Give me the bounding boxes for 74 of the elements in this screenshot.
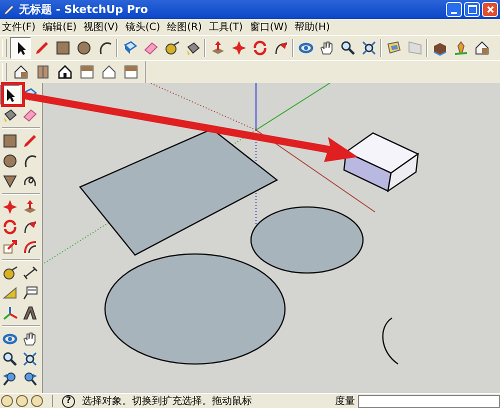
close-button[interactable] bbox=[482, 2, 498, 17]
menu-item[interactable]: 工具(T) bbox=[208, 20, 249, 34]
follow-me-icon bbox=[22, 219, 38, 235]
protractor-icon bbox=[2, 285, 18, 301]
triangle-icon bbox=[2, 173, 18, 189]
arc-shape bbox=[382, 318, 398, 365]
pin-icon bbox=[452, 40, 468, 56]
house-icon bbox=[13, 64, 29, 80]
measurements-field[interactable] bbox=[358, 394, 500, 408]
fog-icon bbox=[406, 40, 422, 56]
previous-view-icon bbox=[2, 371, 18, 387]
house-front-icon bbox=[57, 64, 73, 80]
pencil-icon bbox=[34, 40, 50, 56]
move-icon bbox=[230, 40, 246, 56]
menu-item[interactable]: 绘图(R) bbox=[166, 20, 208, 34]
tape-measure-icon bbox=[164, 40, 180, 56]
rotate-icon bbox=[252, 40, 268, 56]
square-view-icon bbox=[123, 64, 139, 80]
rectangle-icon bbox=[2, 133, 18, 149]
hand-icon bbox=[22, 331, 38, 347]
arc-icon bbox=[22, 153, 38, 169]
hand-icon bbox=[318, 40, 334, 56]
tape-measure-icon bbox=[2, 265, 18, 281]
cube-icon bbox=[122, 40, 138, 56]
arrow-pointer-tool[interactable] bbox=[10, 37, 31, 59]
label-icon bbox=[22, 285, 38, 301]
menu-item[interactable]: 帮助(H) bbox=[294, 20, 336, 34]
rotate-icon bbox=[2, 219, 18, 235]
menu-item[interactable]: 文件(F) bbox=[1, 20, 42, 34]
help-icon[interactable]: ? bbox=[62, 394, 75, 408]
magnifier-icon bbox=[2, 351, 18, 367]
window-title: 无标题 - SketchUp Pro bbox=[19, 2, 148, 17]
pencil-icon bbox=[3, 4, 15, 16]
status-message: 选择对象。切换到扩充选择。拖动鼠标 bbox=[81, 394, 252, 408]
paint-bucket-icon bbox=[184, 40, 200, 56]
paint-bucket-icon bbox=[2, 107, 18, 123]
house-icon bbox=[474, 40, 490, 56]
move-icon bbox=[2, 199, 18, 215]
maximize-button[interactable] bbox=[464, 2, 480, 17]
zoom-extents-icon bbox=[360, 40, 376, 56]
section-plane-icon bbox=[386, 40, 402, 56]
highlight-frame bbox=[1, 82, 25, 107]
push-pull-icon bbox=[22, 199, 38, 215]
orbit-icon bbox=[2, 331, 18, 347]
orbit-icon bbox=[298, 40, 314, 56]
zoom-extents-icon bbox=[22, 351, 38, 367]
dimension-icon bbox=[22, 265, 38, 281]
circle-icon bbox=[76, 40, 92, 56]
circle-icon[interactable] bbox=[16, 395, 28, 407]
menu-item[interactable]: 窗口(W) bbox=[248, 20, 294, 34]
offset-icon bbox=[22, 239, 38, 255]
menu-item[interactable]: 视图(V) bbox=[82, 20, 124, 34]
eraser-icon bbox=[22, 107, 38, 123]
magnifier-icon bbox=[340, 40, 356, 56]
circle-icon bbox=[2, 153, 18, 169]
menu-item[interactable]: 镜头(C) bbox=[124, 20, 166, 34]
minimize-button[interactable] bbox=[446, 2, 462, 17]
square-view-icon bbox=[79, 64, 95, 80]
axes-icon bbox=[2, 305, 18, 321]
scale-icon bbox=[2, 239, 18, 255]
circle-icon[interactable] bbox=[1, 395, 13, 407]
eraser-icon bbox=[142, 40, 158, 56]
house-outline-icon bbox=[101, 64, 117, 80]
measurements-label: 度量 bbox=[335, 394, 355, 408]
follow-me-icon bbox=[272, 40, 288, 56]
solid-shape-icon bbox=[22, 305, 38, 321]
circle-icon[interactable] bbox=[31, 395, 43, 407]
push-pull-icon bbox=[210, 40, 226, 56]
menu-item[interactable]: 编辑(E) bbox=[42, 20, 83, 34]
door-icon bbox=[35, 64, 51, 80]
pencil-icon bbox=[22, 133, 38, 149]
next-view-icon bbox=[22, 371, 38, 387]
rectangle-icon bbox=[54, 40, 70, 56]
close-icon bbox=[486, 5, 494, 14]
